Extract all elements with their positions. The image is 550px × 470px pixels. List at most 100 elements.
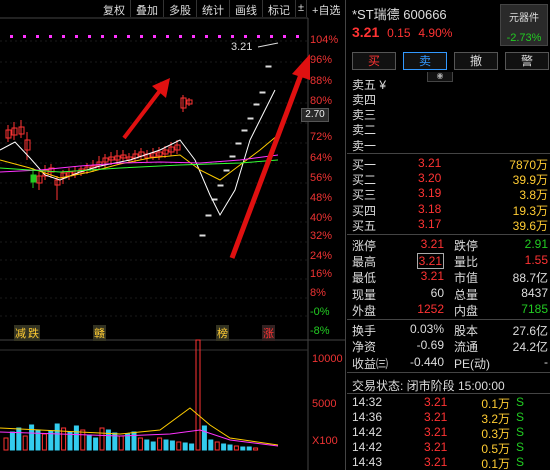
last-price-annotation: 3.21 bbox=[231, 41, 253, 53]
sector-box[interactable]: 元器件 -2.73% bbox=[500, 4, 548, 46]
volume-bar bbox=[144, 439, 150, 451]
event-tag[interactable]: 涨 bbox=[262, 325, 275, 341]
volume-bar bbox=[86, 434, 92, 451]
bid-price[interactable]: 3.21 bbox=[418, 156, 441, 170]
kline-svg[interactable] bbox=[0, 0, 345, 470]
toolbar-stats[interactable]: 统计 bbox=[197, 0, 230, 17]
ask-row: 卖四 bbox=[352, 91, 548, 107]
volume-bar bbox=[208, 439, 214, 451]
pct-label: 72% bbox=[310, 131, 333, 143]
stat-value: 3.21 bbox=[416, 253, 444, 269]
candle-body bbox=[253, 103, 260, 106]
volume-bar bbox=[3, 437, 9, 451]
bid-price[interactable]: 3.20 bbox=[418, 171, 441, 185]
bid-price[interactable]: 3.18 bbox=[418, 202, 441, 216]
bid-price[interactable]: 3.17 bbox=[418, 217, 441, 231]
trade-buttons: 买 卖 撤 警 bbox=[352, 52, 549, 70]
pct-label: 24% bbox=[310, 250, 333, 262]
ref-dot bbox=[127, 35, 130, 38]
annotation-arrow-head bbox=[292, 54, 310, 80]
toolbar-multi[interactable]: 多股 bbox=[164, 0, 197, 17]
stat-row: 最高 3.21 量比 1.55 bbox=[352, 253, 548, 269]
stock-name: *ST瑞德 600666 bbox=[352, 7, 447, 22]
ref-dot bbox=[205, 35, 208, 38]
price-pointer bbox=[257, 42, 279, 48]
stat-row: 外盘 1252 内盘 7185 bbox=[352, 302, 548, 318]
trade-price: 3.21 bbox=[424, 410, 448, 424]
stat-key: 总量 bbox=[454, 288, 479, 302]
cancel-order-button[interactable]: 撤 bbox=[454, 52, 498, 70]
ref-dot bbox=[75, 35, 78, 38]
toolbar-mark[interactable]: 标记 bbox=[263, 0, 296, 17]
candle-body bbox=[241, 129, 248, 132]
bid-row: 买二 3.20 39.9万 bbox=[352, 171, 548, 187]
ask-label: 卖一 bbox=[352, 139, 377, 153]
candle-body bbox=[205, 214, 212, 217]
toolbar-add-watch[interactable]: +自选 bbox=[307, 0, 347, 17]
toolbar-adjust[interactable]: 复权 bbox=[98, 0, 131, 17]
annotation-arrow bbox=[122, 86, 164, 140]
ref-dot bbox=[231, 35, 234, 38]
stat-key: 内盘 bbox=[454, 304, 479, 318]
ref-dot bbox=[244, 35, 247, 38]
stat-value: 3.21 bbox=[420, 237, 444, 251]
volume-bar bbox=[189, 443, 195, 451]
trade-price: 3.21 bbox=[424, 455, 448, 469]
bid-price[interactable]: 3.19 bbox=[418, 186, 441, 200]
volume-bar bbox=[157, 437, 163, 451]
ref-dot bbox=[270, 35, 273, 38]
candle-body bbox=[235, 142, 242, 145]
sector-pct: -2.73% bbox=[506, 32, 542, 44]
volume-bar bbox=[169, 440, 175, 451]
volume-bar bbox=[150, 441, 156, 451]
trade-row: 14:43 3.21 0.1万 S bbox=[352, 455, 548, 470]
stat-key: 量比 bbox=[454, 255, 479, 269]
volume-bar bbox=[16, 427, 22, 451]
stat-row: 净资 -0.69 流通 24.2亿 bbox=[352, 338, 548, 354]
stat-key: 换手 bbox=[352, 324, 377, 338]
buy-button[interactable]: 买 bbox=[352, 52, 396, 70]
pct-label: 80% bbox=[310, 95, 333, 107]
ask-row: 卖三 bbox=[352, 106, 548, 122]
event-tag[interactable]: 赣 bbox=[93, 325, 106, 341]
volume-label: X100 bbox=[312, 435, 338, 447]
pct-label: -8% bbox=[310, 325, 330, 337]
stat-value: -0.69 bbox=[416, 338, 444, 352]
trade-price: 3.21 bbox=[424, 440, 448, 454]
divider bbox=[347, 234, 550, 235]
volume-bar bbox=[93, 437, 99, 451]
plus-minus-icon[interactable]: ± bbox=[296, 0, 308, 17]
pct-label: 8% bbox=[310, 287, 326, 299]
volume-bar bbox=[22, 435, 28, 451]
toolbar-overlay[interactable]: 叠加 bbox=[131, 0, 164, 17]
bid-row: 买三 3.19 3.8万 bbox=[352, 186, 548, 202]
stat-key: 最低 bbox=[352, 271, 377, 285]
bid-qty: 39.6万 bbox=[512, 219, 548, 233]
volume-bar bbox=[240, 446, 246, 451]
stat-value: 8437 bbox=[521, 286, 548, 300]
pct-label: 48% bbox=[310, 192, 333, 204]
divider bbox=[347, 393, 550, 394]
ref-dot bbox=[192, 35, 195, 38]
event-tag[interactable]: 减 bbox=[14, 325, 27, 341]
alert-button[interactable]: 警 bbox=[505, 52, 549, 70]
stat-key: 外盘 bbox=[352, 304, 377, 318]
event-tag[interactable]: 榜 bbox=[216, 325, 229, 341]
stat-key: 现量 bbox=[352, 288, 377, 302]
ref-dot bbox=[49, 35, 52, 38]
trade-price: 3.21 bbox=[424, 425, 448, 439]
ma5-line bbox=[0, 89, 276, 217]
kline-chart[interactable]: 复权 叠加 多股 统计 画线 标记 ± +自选 返回 104% 96% 88% … bbox=[0, 0, 380, 470]
volume-bar bbox=[246, 446, 252, 451]
ask-row: 卖五 ¥ bbox=[352, 76, 548, 92]
volume-bar bbox=[80, 429, 86, 451]
stat-key: 股本 bbox=[454, 324, 479, 338]
bid-label: 买三 bbox=[352, 188, 377, 202]
volume-bar bbox=[176, 441, 182, 451]
event-tag[interactable]: 跌 bbox=[27, 325, 40, 341]
sell-button[interactable]: 卖 bbox=[403, 52, 447, 70]
trade-side: S bbox=[516, 455, 525, 469]
chart-toolbar: 复权 叠加 多股 统计 画线 标记 ± +自选 返回 bbox=[98, 0, 380, 17]
divider bbox=[347, 153, 550, 154]
toolbar-draw[interactable]: 画线 bbox=[230, 0, 263, 17]
